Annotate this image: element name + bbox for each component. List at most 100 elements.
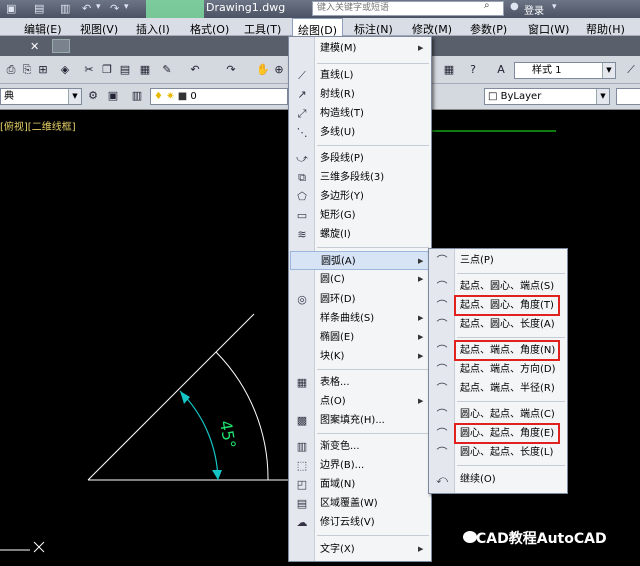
arc-three-point[interactable]: ⌒ 三点(P) — [430, 251, 566, 270]
arc-center-start-length[interactable]: ⌒ 圆心、起点、长度(L) — [430, 443, 566, 462]
match-icon[interactable]: ▦ — [138, 63, 152, 77]
menu-bar: 编辑(E) 视图(V) 插入(I) 格式(O) 工具(T) 绘图(D) 标注(N… — [0, 18, 640, 37]
undo-icon[interactable]: ↶ — [188, 63, 202, 77]
menu-item-polygon[interactable]: ⬠ 多边形(Y) — [290, 187, 430, 206]
menu-item-boundary[interactable]: ⬚ 边界(B)... — [290, 456, 430, 475]
text-style-icon[interactable]: A — [494, 63, 508, 77]
close-icon[interactable]: ✕ — [30, 40, 39, 53]
plot-icon[interactable]: ◈ — [58, 63, 72, 77]
search-input[interactable]: 键入关键字或短语 — [312, 1, 504, 16]
layer-combo[interactable]: ♦ ✷ ■ 0 — [150, 88, 288, 105]
workspace-combo[interactable]: 典 ▼ — [0, 88, 82, 105]
region-icon: ◰ — [296, 478, 308, 491]
search-icon[interactable]: ⌕ — [484, 0, 490, 11]
copy-icon[interactable]: ❐ — [100, 63, 114, 77]
menu-item-rectangle[interactable]: ▭ 矩形(G) — [290, 206, 430, 225]
chevron-down-icon: ▼ — [596, 89, 609, 104]
menu-help[interactable]: 帮助(H) — [586, 21, 625, 37]
menu-item-construction-line[interactable]: ⤢ 构造线(T) — [290, 104, 430, 123]
menu-item-helix[interactable]: ≋ 螺旋(I) — [290, 225, 430, 244]
undo-dropdown-icon[interactable]: ▾ — [96, 2, 101, 12]
title-bar: ▣ ▤ ▥ ↶ ▾ ↷ ▾ Drawing1.dwg 键入关键字或短语 ⌕ ● … — [0, 0, 640, 18]
print-icon[interactable]: ⎙ — [4, 63, 18, 77]
color-combo[interactable]: □ ByLayer ▼ — [484, 88, 610, 105]
viewport-label[interactable]: [俯视][二维线框] — [0, 118, 76, 133]
menu-item-ellipse[interactable]: 椭圆(E) ▶ — [290, 328, 430, 347]
user-icon: ● — [510, 1, 519, 12]
save-icon[interactable]: ▤ — [34, 2, 44, 15]
login-button[interactable]: 登录 — [524, 2, 544, 17]
arc-start-center-end[interactable]: ⌒ 起点、圆心、端点(S) — [430, 277, 566, 296]
menu-edit[interactable]: 编辑(E) — [24, 21, 62, 37]
menu-item-modeling[interactable]: 建模(M) ▶ — [290, 39, 430, 58]
preview-icon[interactable]: ⎘ — [20, 63, 34, 77]
menu-item-block[interactable]: 块(K) ▶ — [290, 347, 430, 366]
publish-icon[interactable]: ⊞ — [36, 63, 50, 77]
menu-draw[interactable]: 绘图(D) — [292, 18, 344, 37]
hatch-icon: ▩ — [296, 414, 308, 427]
chevron-right-icon: ▶ — [418, 397, 424, 405]
help-icon[interactable]: ? — [466, 63, 480, 77]
menu-item-arc[interactable]: 圆弧(A) ▶ — [290, 251, 430, 270]
menu-modify[interactable]: 修改(M) — [412, 21, 452, 37]
gradient-icon: ▥ — [296, 440, 308, 453]
menu-item-hatch[interactable]: ▩ 图案填充(H)... — [290, 411, 430, 430]
menu-window[interactable]: 窗口(W) — [528, 21, 569, 37]
arc-center-start-end[interactable]: ⌒ 圆心、起点、端点(C) — [430, 405, 566, 424]
menu-item-line[interactable]: ⟋ 直线(L) — [290, 66, 430, 85]
menu-item-donut[interactable]: ◎ 圆环(D) — [290, 290, 430, 309]
arc-start-center-length[interactable]: ⌒ 起点、圆心、长度(A) — [430, 315, 566, 334]
arc-continue[interactable]: ⤺ 继续(O) — [430, 470, 566, 489]
redo-icon[interactable]: ↷ — [110, 2, 119, 15]
wechat-icon — [463, 531, 477, 543]
new-tab-button[interactable] — [52, 39, 70, 53]
login-dropdown-icon[interactable]: ▾ — [552, 2, 557, 12]
layer-manager-icon[interactable]: ▣ — [106, 89, 120, 103]
chevron-right-icon: ▶ — [418, 314, 424, 322]
menu-item-wipeout[interactable]: ▤ 区域覆盖(W) — [290, 494, 430, 513]
print-icon[interactable]: ▥ — [60, 2, 70, 15]
zoom-icon[interactable]: ⊕ — [272, 63, 286, 77]
text-style-combo[interactable]: 样式 1 ▼ — [514, 62, 616, 79]
menu-item-text[interactable]: 文字(X) ▶ — [290, 540, 430, 559]
highlight-box-start-end-angle — [454, 340, 560, 361]
redo-dropdown-icon[interactable]: ▾ — [124, 2, 129, 12]
table-icon[interactable]: ▦ — [442, 63, 456, 77]
cut-icon[interactable]: ✂ — [82, 63, 96, 77]
arc-start-end-radius[interactable]: ⌒ 起点、端点、半径(R) — [430, 379, 566, 398]
menu-item-point[interactable]: 点(O) ▶ — [290, 392, 430, 411]
linetype-combo[interactable] — [616, 88, 640, 105]
menu-view[interactable]: 视图(V) — [80, 21, 118, 37]
brush-icon[interactable]: ✎ — [160, 63, 174, 77]
paste-icon[interactable]: ▤ — [118, 63, 132, 77]
open-icon[interactable]: ▣ — [6, 2, 16, 15]
polygon-icon: ⬠ — [297, 190, 307, 203]
menu-item-polyline[interactable]: ⤻ 多段线(P) — [290, 149, 430, 168]
menu-item-region[interactable]: ◰ 面域(N) — [290, 475, 430, 494]
menu-item-table[interactable]: ▦ 表格... — [290, 373, 430, 392]
menu-insert[interactable]: 插入(I) — [136, 21, 170, 37]
dimension-style-icon[interactable]: ⟋ — [624, 63, 638, 77]
undo-icon[interactable]: ↶ — [82, 2, 91, 15]
menu-item-gradient[interactable]: ▥ 渐变色... — [290, 437, 430, 456]
menu-item-spline[interactable]: 样条曲线(S) ▶ — [290, 309, 430, 328]
layer-state-icon[interactable]: ▥ — [130, 89, 144, 103]
helix-icon: ≋ — [297, 228, 307, 241]
redo-icon[interactable]: ↷ — [224, 63, 238, 77]
gear-icon[interactable]: ⚙ — [86, 89, 100, 103]
menu-separator — [317, 63, 429, 64]
menu-item-3d-polyline[interactable]: ⧉ 三维多段线(3) — [290, 168, 430, 187]
arc-start-end-direction[interactable]: ⌒ 起点、端点、方向(D) — [430, 360, 566, 379]
menu-tools[interactable]: 工具(T) — [244, 21, 281, 37]
arc-csa-icon: ⌒ — [436, 427, 448, 440]
menu-item-circle[interactable]: 圆(C) ▶ — [290, 270, 430, 289]
menu-format[interactable]: 格式(O) — [190, 21, 229, 37]
chevron-down-icon: ▼ — [68, 89, 81, 104]
pan-icon[interactable]: ✋ — [256, 63, 270, 77]
menu-item-ray[interactable]: ↗ 射线(R) — [290, 85, 430, 104]
menu-dimension[interactable]: 标注(N) — [354, 21, 393, 37]
menu-item-revision-cloud[interactable]: ☁ 修订云线(V) — [290, 513, 430, 532]
menu-item-multiline[interactable]: ⋱ 多线(U) — [290, 123, 430, 142]
chevron-right-icon: ▶ — [418, 352, 424, 360]
menu-parameter[interactable]: 参数(P) — [470, 21, 507, 37]
